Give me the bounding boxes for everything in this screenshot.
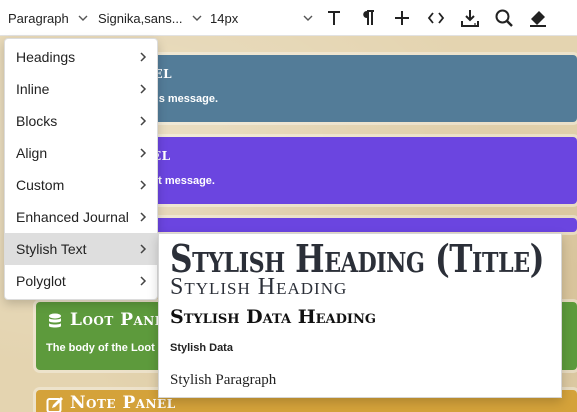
menu-item-blocks[interactable]: Blocks — [5, 105, 157, 137]
editor-toolbar: Paragraph Signika,sans... 14px — [0, 0, 577, 36]
save-icon[interactable] — [458, 6, 482, 30]
font-size-value: 14px — [210, 10, 239, 26]
chevron-right-icon — [140, 276, 147, 286]
eraser-icon[interactable] — [526, 6, 550, 30]
submenu-item-stylish-data[interactable]: Stylish Data — [170, 342, 233, 354]
font-size-select[interactable]: 14px — [210, 0, 314, 36]
search-icon[interactable] — [492, 6, 516, 30]
font-family-select[interactable]: Signika,sans... — [98, 0, 203, 36]
menu-item-custom[interactable]: Custom — [5, 169, 157, 201]
chevron-down-icon — [303, 15, 313, 21]
edit-icon — [46, 397, 63, 412]
menu-item-polyglot[interactable]: Polyglot — [5, 265, 157, 297]
menu-item-inline[interactable]: Inline — [5, 73, 157, 105]
code-icon[interactable] — [424, 6, 448, 30]
menu-item-label: Enhanced Journal — [16, 209, 129, 225]
menu-item-label: Polyglot — [16, 273, 66, 289]
chevron-right-icon — [140, 52, 147, 62]
format-menu: Headings Inline Blocks Align Custom Enha… — [4, 38, 158, 300]
chevron-down-icon — [78, 15, 88, 21]
menu-item-label: Custom — [16, 177, 65, 193]
menu-item-label: Align — [16, 145, 48, 161]
block-format-value: Paragraph — [8, 10, 69, 26]
submenu-item-stylish-heading[interactable]: Stylish Heading — [170, 274, 347, 301]
block-format-select[interactable]: Paragraph — [8, 0, 89, 36]
plus-icon[interactable] — [390, 6, 414, 30]
menu-item-label: Headings — [16, 49, 76, 65]
menu-item-align[interactable]: Align — [5, 137, 157, 169]
panel-body: us message. — [152, 93, 219, 105]
menu-item-headings[interactable]: Headings — [5, 41, 157, 73]
font-family-value: Signika,sans... — [98, 10, 183, 26]
panel-body: ct message. — [152, 175, 215, 187]
menu-item-label: Stylish Text — [16, 241, 87, 257]
menu-item-label: Blocks — [16, 113, 58, 129]
menu-item-stylish-text[interactable]: Stylish Text — [5, 233, 157, 265]
submenu-item-stylish-paragraph[interactable]: Stylish Paragraph — [170, 372, 276, 389]
menu-item-enhanced-journal[interactable]: Enhanced Journal — [5, 201, 157, 233]
chevron-right-icon — [140, 180, 147, 190]
coins-icon — [49, 313, 61, 328]
chevron-right-icon — [140, 148, 147, 158]
menu-item-label: Inline — [16, 81, 50, 97]
chevron-down-icon — [192, 15, 202, 21]
submenu-item-stylish-data-heading[interactable]: Stylish Data Heading — [170, 306, 376, 328]
text-icon[interactable] — [322, 6, 346, 30]
panel-body: The body of the Loot — [46, 342, 155, 354]
chevron-right-icon — [140, 244, 147, 254]
chevron-right-icon — [140, 116, 147, 126]
chevron-right-icon — [140, 212, 147, 222]
stylish-text-submenu: Stylish Heading (Title) Stylish Heading … — [158, 233, 562, 398]
chevron-right-icon — [140, 84, 147, 94]
paragraph-icon[interactable] — [356, 6, 380, 30]
